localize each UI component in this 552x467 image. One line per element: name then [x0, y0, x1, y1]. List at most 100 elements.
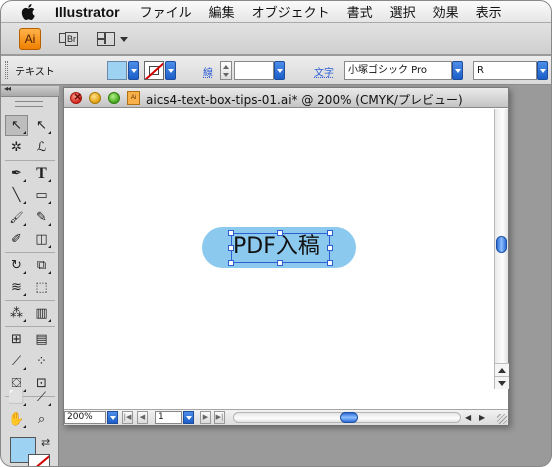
zoom-level-field[interactable]: 200% [64, 411, 106, 424]
first-artboard-button[interactable]: |◀ [122, 411, 133, 424]
menu-type[interactable]: 書式 [347, 2, 373, 21]
handle-bottom-right[interactable] [327, 260, 333, 266]
stroke-dropdown-button[interactable] [165, 61, 176, 80]
menu-file[interactable]: ファイル [140, 2, 192, 21]
hand-tool[interactable]: ✋ [5, 409, 28, 430]
application-bar: Ai Br [1, 23, 551, 55]
previous-artboard-button[interactable]: ◀ [137, 411, 148, 424]
arrange-documents-icon[interactable] [97, 32, 115, 46]
selection-tool[interactable]: ↖ [5, 115, 28, 136]
pen-tool[interactable]: ✒ [5, 163, 28, 184]
column-graph-tool[interactable]: ▥ [30, 303, 53, 324]
fill-dropdown-button[interactable] [128, 61, 139, 80]
stroke-weight-stepper[interactable] [220, 61, 232, 80]
artboard-number-field[interactable]: 1 [155, 411, 182, 424]
bridge-label: Br [65, 32, 78, 46]
last-artboard-button[interactable]: ▶| [214, 411, 225, 424]
lasso-tool[interactable]: ℒ [30, 137, 53, 158]
font-style-dropdown[interactable] [537, 61, 548, 80]
slice-tool[interactable]: ⟋ [30, 387, 53, 408]
rectangle-tool[interactable]: ▭ [30, 185, 53, 206]
menu-object[interactable]: オブジェクト [252, 2, 330, 21]
window-resize-grip[interactable] [497, 414, 507, 424]
screen: Illustrator ファイル 編集 オブジェクト 書式 選択 効果 表示 A… [0, 0, 552, 467]
line-segment-tool[interactable]: ╲ [5, 185, 28, 206]
next-artboard-button[interactable]: ▶ [200, 411, 211, 424]
stroke-weight-dropdown[interactable] [274, 61, 285, 80]
character-panel-link[interactable]: 文字 [314, 64, 334, 79]
menu-view[interactable]: 表示 [476, 2, 502, 21]
direct-selection-tool[interactable]: ↖ [30, 115, 53, 136]
tools-panel-grip[interactable] [15, 101, 43, 107]
menu-app-name[interactable]: Illustrator [55, 4, 120, 20]
ai-document-icon: Ai [127, 91, 140, 105]
menu-bar: Illustrator ファイル 編集 オブジェクト 書式 選択 効果 表示 [1, 1, 551, 23]
font-style-field[interactable]: R [473, 61, 537, 80]
tools-panel: ◂◂ ↖ ↖ ✲ ℒ ✒ T ╲ ▭ 🖌 ✎ ✐ ◫ ↻ ⧉ ≋ ⬚ ⁂ ▥ ⊞… [1, 84, 59, 466]
handle-top-right[interactable] [327, 230, 333, 236]
control-bar-grip[interactable] [5, 61, 8, 79]
selected-text-object[interactable]: PDF入稿 [233, 233, 320, 261]
font-family-dropdown[interactable] [452, 61, 463, 80]
symbol-sprayer-tool[interactable]: ⁂ [5, 303, 28, 324]
free-transform-tool[interactable]: ⬚ [30, 277, 53, 298]
apple-menu-icon[interactable] [21, 3, 37, 20]
handle-middle-left[interactable] [228, 245, 234, 251]
status-bar: 200% |◀ ◀ 1 ▶ ▶| ◀ ▶ [64, 409, 508, 425]
scroll-left-button[interactable]: ◀ [465, 413, 471, 422]
blob-brush-tool[interactable]: ✐ [5, 229, 28, 250]
handle-top-left[interactable] [228, 230, 234, 236]
blend-tool[interactable]: ⁘ [30, 351, 53, 372]
document-title: aics4-text-box-tips-01.ai* @ 200% (CMYK/… [146, 93, 463, 107]
zoom-dropdown[interactable] [107, 411, 118, 424]
mesh-tool[interactable]: ⊞ [5, 329, 28, 350]
tools-panel-header[interactable]: ◂◂ [1, 84, 59, 97]
warp-tool[interactable]: ≋ [5, 277, 28, 298]
artboard-canvas[interactable]: PDF入稿 [64, 109, 494, 409]
artboard-dropdown[interactable] [183, 411, 194, 424]
scale-tool[interactable]: ⧉ [30, 255, 53, 276]
paintbrush-tool[interactable]: 🖌 [5, 207, 28, 228]
scroll-right-button[interactable]: ▶ [479, 413, 485, 422]
handle-middle-right[interactable] [327, 245, 333, 251]
stroke-color-box[interactable] [28, 454, 50, 466]
handle-bottom-center[interactable] [277, 260, 283, 266]
font-family-field[interactable]: 小塚ゴシック Pro [344, 61, 452, 80]
document-window: Ai aics4-text-box-tips-01.ai* @ 200% (CM… [63, 87, 509, 425]
fill-color-swatch[interactable] [107, 61, 127, 80]
rotate-tool[interactable]: ↻ [5, 255, 28, 276]
zoom-tool[interactable]: ⌕ [30, 409, 53, 430]
scroll-down-button[interactable] [495, 376, 509, 389]
handle-bottom-left[interactable] [228, 260, 234, 266]
document-title-bar[interactable]: Ai aics4-text-box-tips-01.ai* @ 200% (CM… [64, 88, 508, 108]
stroke-weight-field[interactable] [234, 61, 274, 80]
go-to-bridge-button[interactable]: Br [59, 31, 83, 47]
artboard-tool[interactable]: ⬜ [5, 387, 28, 408]
magic-wand-tool[interactable]: ✲ [5, 137, 28, 158]
stroke-panel-link[interactable]: 線 [203, 64, 213, 79]
eyedropper-tool[interactable]: ⟋ [5, 351, 28, 372]
eraser-tool[interactable]: ◫ [30, 229, 53, 250]
control-bar: テキスト 線 文字 小塚ゴシック Pro R [1, 56, 551, 85]
selection-type-label: テキスト [15, 67, 55, 78]
close-window-button[interactable] [70, 90, 82, 104]
chevron-down-icon[interactable] [120, 37, 128, 42]
horizontal-scrollbar[interactable] [233, 412, 461, 423]
scroll-up-button[interactable] [495, 363, 509, 376]
minimize-window-button[interactable] [89, 92, 101, 104]
horizontal-scroll-thumb[interactable] [340, 412, 358, 423]
swap-fill-stroke-icon[interactable]: ⇄ [41, 436, 50, 449]
stroke-color-swatch[interactable] [144, 61, 164, 80]
vertical-scrollbar[interactable] [494, 109, 509, 389]
zoom-window-button[interactable] [108, 92, 120, 104]
menu-effect[interactable]: 効果 [433, 2, 459, 21]
menu-edit[interactable]: 編集 [209, 2, 235, 21]
collapse-panel-icon[interactable]: ◂◂ [4, 84, 11, 93]
type-tool[interactable]: T [30, 163, 53, 184]
vertical-scroll-thumb[interactable] [496, 236, 507, 253]
pencil-tool[interactable]: ✎ [30, 207, 53, 228]
illustrator-app-icon: Ai [19, 28, 41, 50]
handle-top-center[interactable] [277, 230, 283, 236]
menu-select[interactable]: 選択 [390, 2, 416, 21]
gradient-tool[interactable]: ▤ [30, 329, 53, 350]
